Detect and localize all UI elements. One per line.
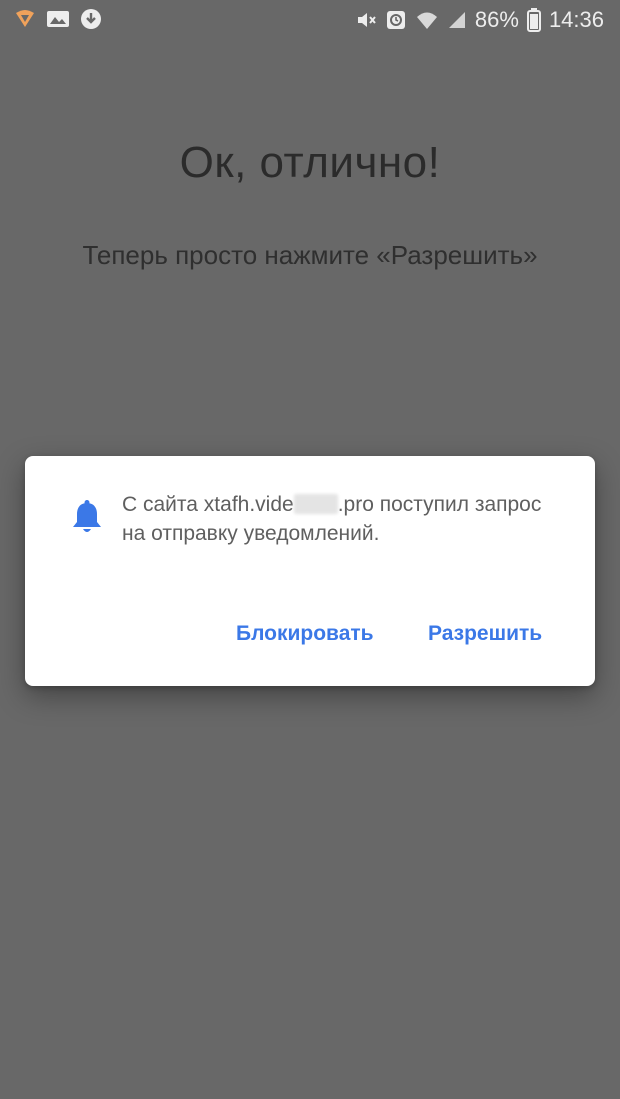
- battery-percent: 86%: [474, 7, 519, 32]
- redacted-text: [293, 494, 338, 514]
- signal-icon: [447, 10, 467, 30]
- block-button[interactable]: Блокировать: [236, 622, 374, 646]
- wifi-icon: [415, 10, 439, 30]
- battery-icon: [526, 8, 541, 32]
- page-headline: Ок, отлично!: [179, 138, 441, 187]
- dialog-message-prefix: С сайта xtafh.vide: [122, 493, 294, 516]
- download-notification-icon: [80, 8, 102, 30]
- allow-button[interactable]: Разрешить: [428, 622, 542, 646]
- image-notification-icon: [46, 9, 70, 29]
- dialog-message: С сайта xtafh.vide .pro поступил запрос н…: [122, 490, 562, 548]
- mute-icon: [355, 9, 377, 31]
- status-bar-right: 86% 14:36: [355, 6, 604, 34]
- page-subhead: Теперь просто нажмите «Разрешить»: [82, 240, 538, 270]
- clock: 14:36: [548, 7, 604, 32]
- alarm-icon: [385, 9, 407, 31]
- notification-permission-dialog: С сайта xtafh.vide .pro поступил запрос н…: [25, 456, 595, 686]
- status-bar: 86% 14:36: [0, 0, 620, 42]
- flame-notification-icon: [14, 9, 36, 29]
- status-bar-left: [14, 8, 102, 30]
- bell-icon: [71, 500, 103, 536]
